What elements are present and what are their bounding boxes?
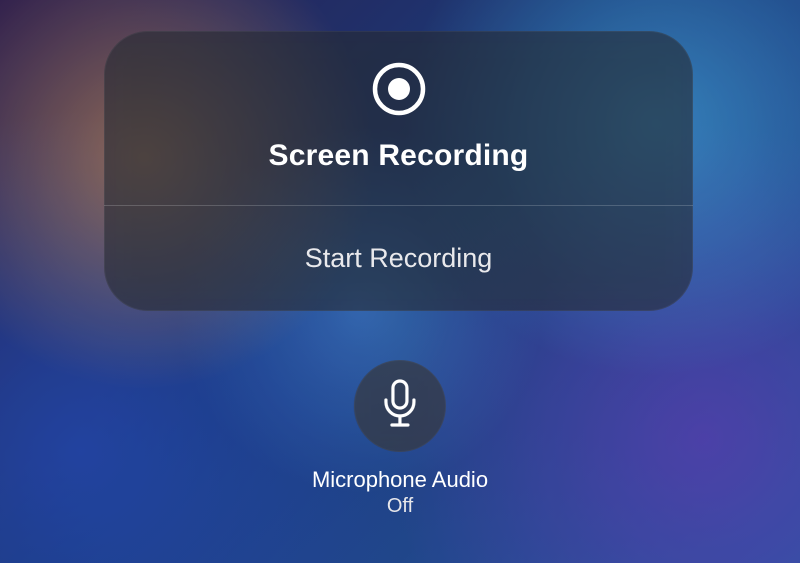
microphone-toggle-button[interactable]: [354, 360, 446, 452]
microphone-labels: Microphone Audio Off: [312, 466, 488, 519]
screen-recording-icon: [372, 62, 426, 121]
microphone-title: Microphone Audio: [312, 466, 488, 494]
screen-recording-card: Screen Recording Start Recording: [104, 31, 693, 311]
screen-recording-title: Screen Recording: [269, 139, 529, 173]
microphone-status: Off: [312, 494, 488, 519]
start-recording-label: Start Recording: [305, 243, 493, 274]
control-center-overlay: Screen Recording Start Recording Microph…: [0, 0, 800, 563]
microphone-section: Microphone Audio Off: [312, 360, 488, 519]
start-recording-button[interactable]: Start Recording: [104, 206, 693, 311]
microphone-icon: [379, 378, 421, 435]
screen-recording-header: Screen Recording: [104, 31, 693, 205]
